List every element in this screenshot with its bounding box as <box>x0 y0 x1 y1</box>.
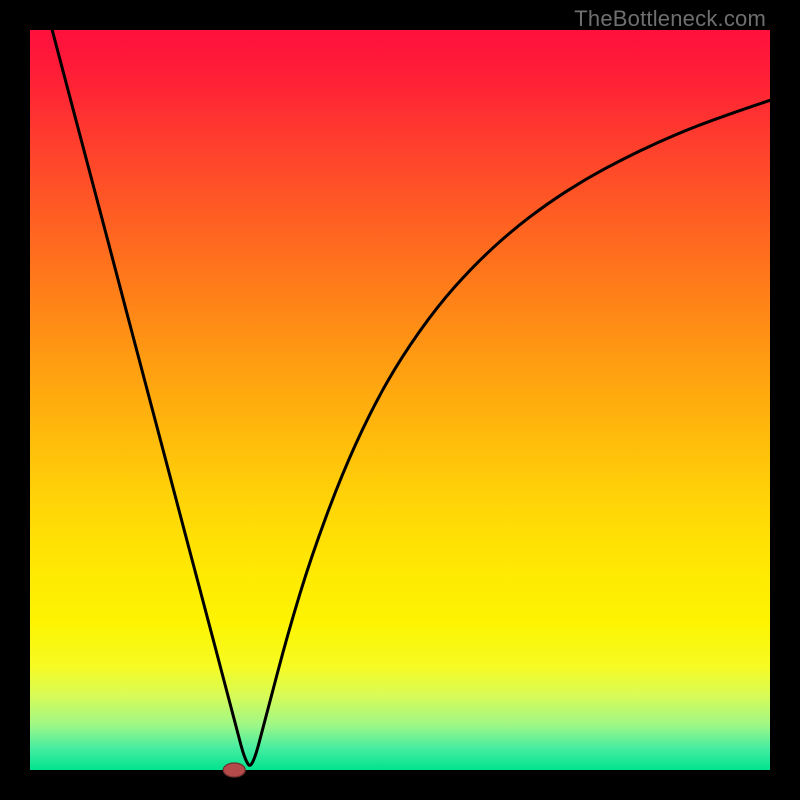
attribution-label: TheBottleneck.com <box>574 6 766 32</box>
chart-area <box>30 30 770 770</box>
